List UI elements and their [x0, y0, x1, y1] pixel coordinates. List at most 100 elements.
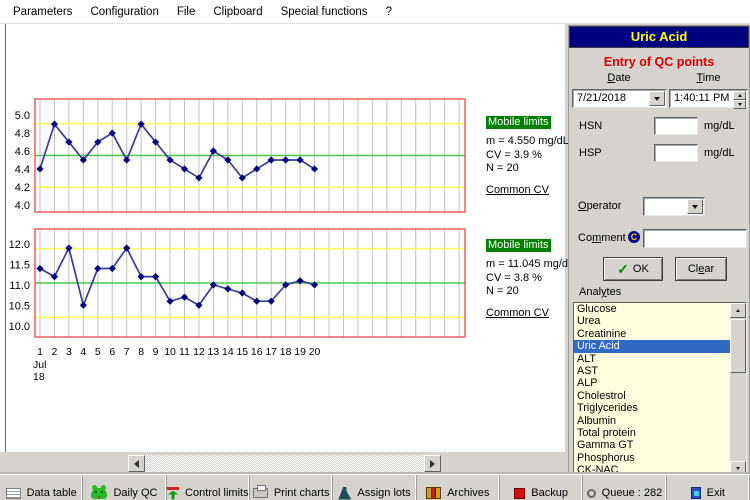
menu-item-clipboard[interactable]: Clipboard — [204, 2, 271, 22]
toolbar-button-assign-lots[interactable]: Assign lots — [333, 475, 416, 500]
data-point[interactable] — [253, 298, 260, 305]
ok-button[interactable]: ✓ OK — [603, 257, 663, 281]
list-scroll-up-button[interactable] — [730, 303, 746, 318]
scroll-right-button[interactable] — [424, 455, 441, 472]
toolbar-button-data-table[interactable]: Data table — [0, 475, 83, 500]
toolbar-button-backup[interactable]: Backup — [500, 475, 583, 500]
toolbar-button-archives[interactable]: Archives — [417, 475, 500, 500]
chart2-annotation: Mobile limits m = 11.045 mg/dL CV = 3.8 … — [486, 239, 564, 319]
menu-item-special-functions[interactable]: Special functions — [272, 2, 377, 22]
x-tick-label: 11 — [179, 346, 190, 358]
chart1-annotation: Mobile limits m = 4.550 mg/dL CV = 3.9 %… — [486, 116, 564, 196]
menu-item-parameters[interactable]: Parameters — [4, 2, 81, 22]
scroll-left-button[interactable] — [128, 455, 145, 472]
x-tick-label: 19 — [294, 346, 306, 358]
x-tick-label: 14 — [222, 346, 234, 358]
queue-icon — [587, 489, 596, 498]
data-point[interactable] — [239, 289, 246, 296]
analyte-option[interactable]: AST — [574, 365, 730, 377]
date-label: Date — [571, 72, 667, 84]
time-label: Time — [669, 72, 748, 84]
x-axis-sublabel: Jul — [33, 359, 46, 371]
operator-combobox[interactable] — [643, 197, 705, 216]
clear-button[interactable]: Clear — [675, 257, 727, 281]
y-tick-label: 11.0 — [9, 280, 30, 292]
toolbar-button-print-charts[interactable]: Print charts — [250, 475, 333, 500]
comment-input[interactable] — [643, 229, 747, 248]
x-tick-label: 7 — [124, 346, 130, 358]
toolbar-button-label: Control limits — [185, 487, 249, 499]
common-cv-link[interactable]: Common CV — [486, 184, 549, 196]
cv-value: CV = 3.9 % — [486, 149, 564, 163]
analytes-scrollbar[interactable] — [730, 303, 746, 476]
date-combobox[interactable]: 7/21/2018 — [572, 89, 667, 108]
data-point[interactable] — [152, 273, 159, 280]
analyte-option[interactable]: Uric Acid — [574, 340, 730, 352]
analyte-option[interactable]: Phosphorus — [574, 452, 730, 464]
data-point[interactable] — [166, 298, 173, 305]
mean-value: m = 4.550 mg/dL — [486, 135, 564, 149]
analyte-option[interactable]: Total protein — [574, 427, 730, 439]
x-tick-label: 6 — [109, 346, 115, 358]
data-point[interactable] — [224, 285, 231, 292]
data-point[interactable] — [80, 302, 87, 309]
time-down-button[interactable] — [733, 100, 746, 109]
bottom-toolbar: Data table Daily QC Control limits Print ch… — [0, 474, 750, 500]
time-spinner[interactable]: 1:40:11 PM — [669, 89, 748, 108]
clear-button-label: Clear — [688, 263, 714, 275]
analyte-option[interactable]: ALP — [574, 377, 730, 389]
time-up-button[interactable] — [733, 91, 746, 100]
operator-label: Operator — [578, 200, 621, 212]
hsn-input[interactable] — [654, 117, 698, 135]
control-limits-icon — [167, 487, 179, 500]
list-scroll-thumb[interactable] — [730, 319, 746, 373]
up-arrow-icon — [738, 92, 742, 97]
y-tick-label: 4.4 — [15, 164, 30, 176]
analyte-option[interactable]: Albumin — [574, 415, 730, 427]
toolbar-button-daily-qc[interactable]: Daily QC — [83, 475, 166, 500]
toolbar-button-queue-282[interactable]: Queue : 282 — [583, 475, 666, 500]
common-cv-link[interactable]: Common CV — [486, 307, 549, 319]
data-point[interactable] — [181, 294, 188, 301]
analyte-option[interactable]: Gamma GT — [574, 439, 730, 451]
analyte-option[interactable]: Cholestrol — [574, 390, 730, 402]
x-tick-label: 8 — [138, 346, 144, 358]
data-point[interactable] — [36, 165, 43, 172]
analyte-option[interactable]: Creatinine — [574, 328, 730, 340]
analytes-list[interactable]: GlucoseUreaCreatinineUric AcidALTASTALPC… — [573, 302, 747, 477]
analyte-option[interactable]: Triglycerides — [574, 402, 730, 414]
menu-item-help[interactable]: ? — [377, 2, 401, 22]
y-tick-label: 5.0 — [15, 110, 30, 122]
data-point[interactable] — [123, 156, 130, 163]
x-tick-label: 9 — [153, 346, 159, 358]
n-value: N = 20 — [486, 285, 564, 299]
operator-dropdown-button[interactable] — [687, 199, 703, 214]
x-axis-sublabel: 18 — [33, 371, 45, 383]
analyte-option[interactable]: ALT — [574, 353, 730, 365]
horizontal-scrollbar[interactable] — [128, 455, 441, 472]
toolbar-button-label: Print charts — [274, 487, 330, 499]
chart1-stats: m = 4.550 mg/dL CV = 3.9 % N = 20 — [486, 135, 564, 176]
data-point[interactable] — [138, 273, 145, 280]
series-line — [40, 248, 315, 305]
y-tick-label: 4.6 — [15, 146, 30, 158]
analyte-option[interactable]: Glucose — [574, 303, 730, 315]
mean-value: m = 11.045 mg/dL — [486, 258, 564, 272]
x-tick-label: 5 — [95, 346, 101, 358]
date-dropdown-button[interactable] — [649, 91, 665, 106]
data-point[interactable] — [51, 273, 58, 280]
hsp-input[interactable] — [654, 144, 698, 162]
data-point[interactable] — [65, 244, 72, 251]
menu-item-configuration[interactable]: Configuration — [81, 2, 167, 22]
analyte-title-bar: Uric Acid — [569, 26, 749, 48]
toolbar-button-exit[interactable]: Exit — [667, 475, 750, 500]
toolbar-button-control-limits[interactable]: Control limits — [167, 475, 250, 500]
toolbar-button-label: Exit — [707, 487, 725, 499]
analyte-option[interactable]: Urea — [574, 315, 730, 327]
data-point[interactable] — [282, 156, 289, 163]
toolbar-button-label: Daily QC — [113, 487, 157, 499]
data-point[interactable] — [94, 265, 101, 272]
menu-item-file[interactable]: File — [168, 2, 205, 22]
data-point[interactable] — [36, 265, 43, 272]
x-tick-label: 16 — [251, 346, 263, 358]
